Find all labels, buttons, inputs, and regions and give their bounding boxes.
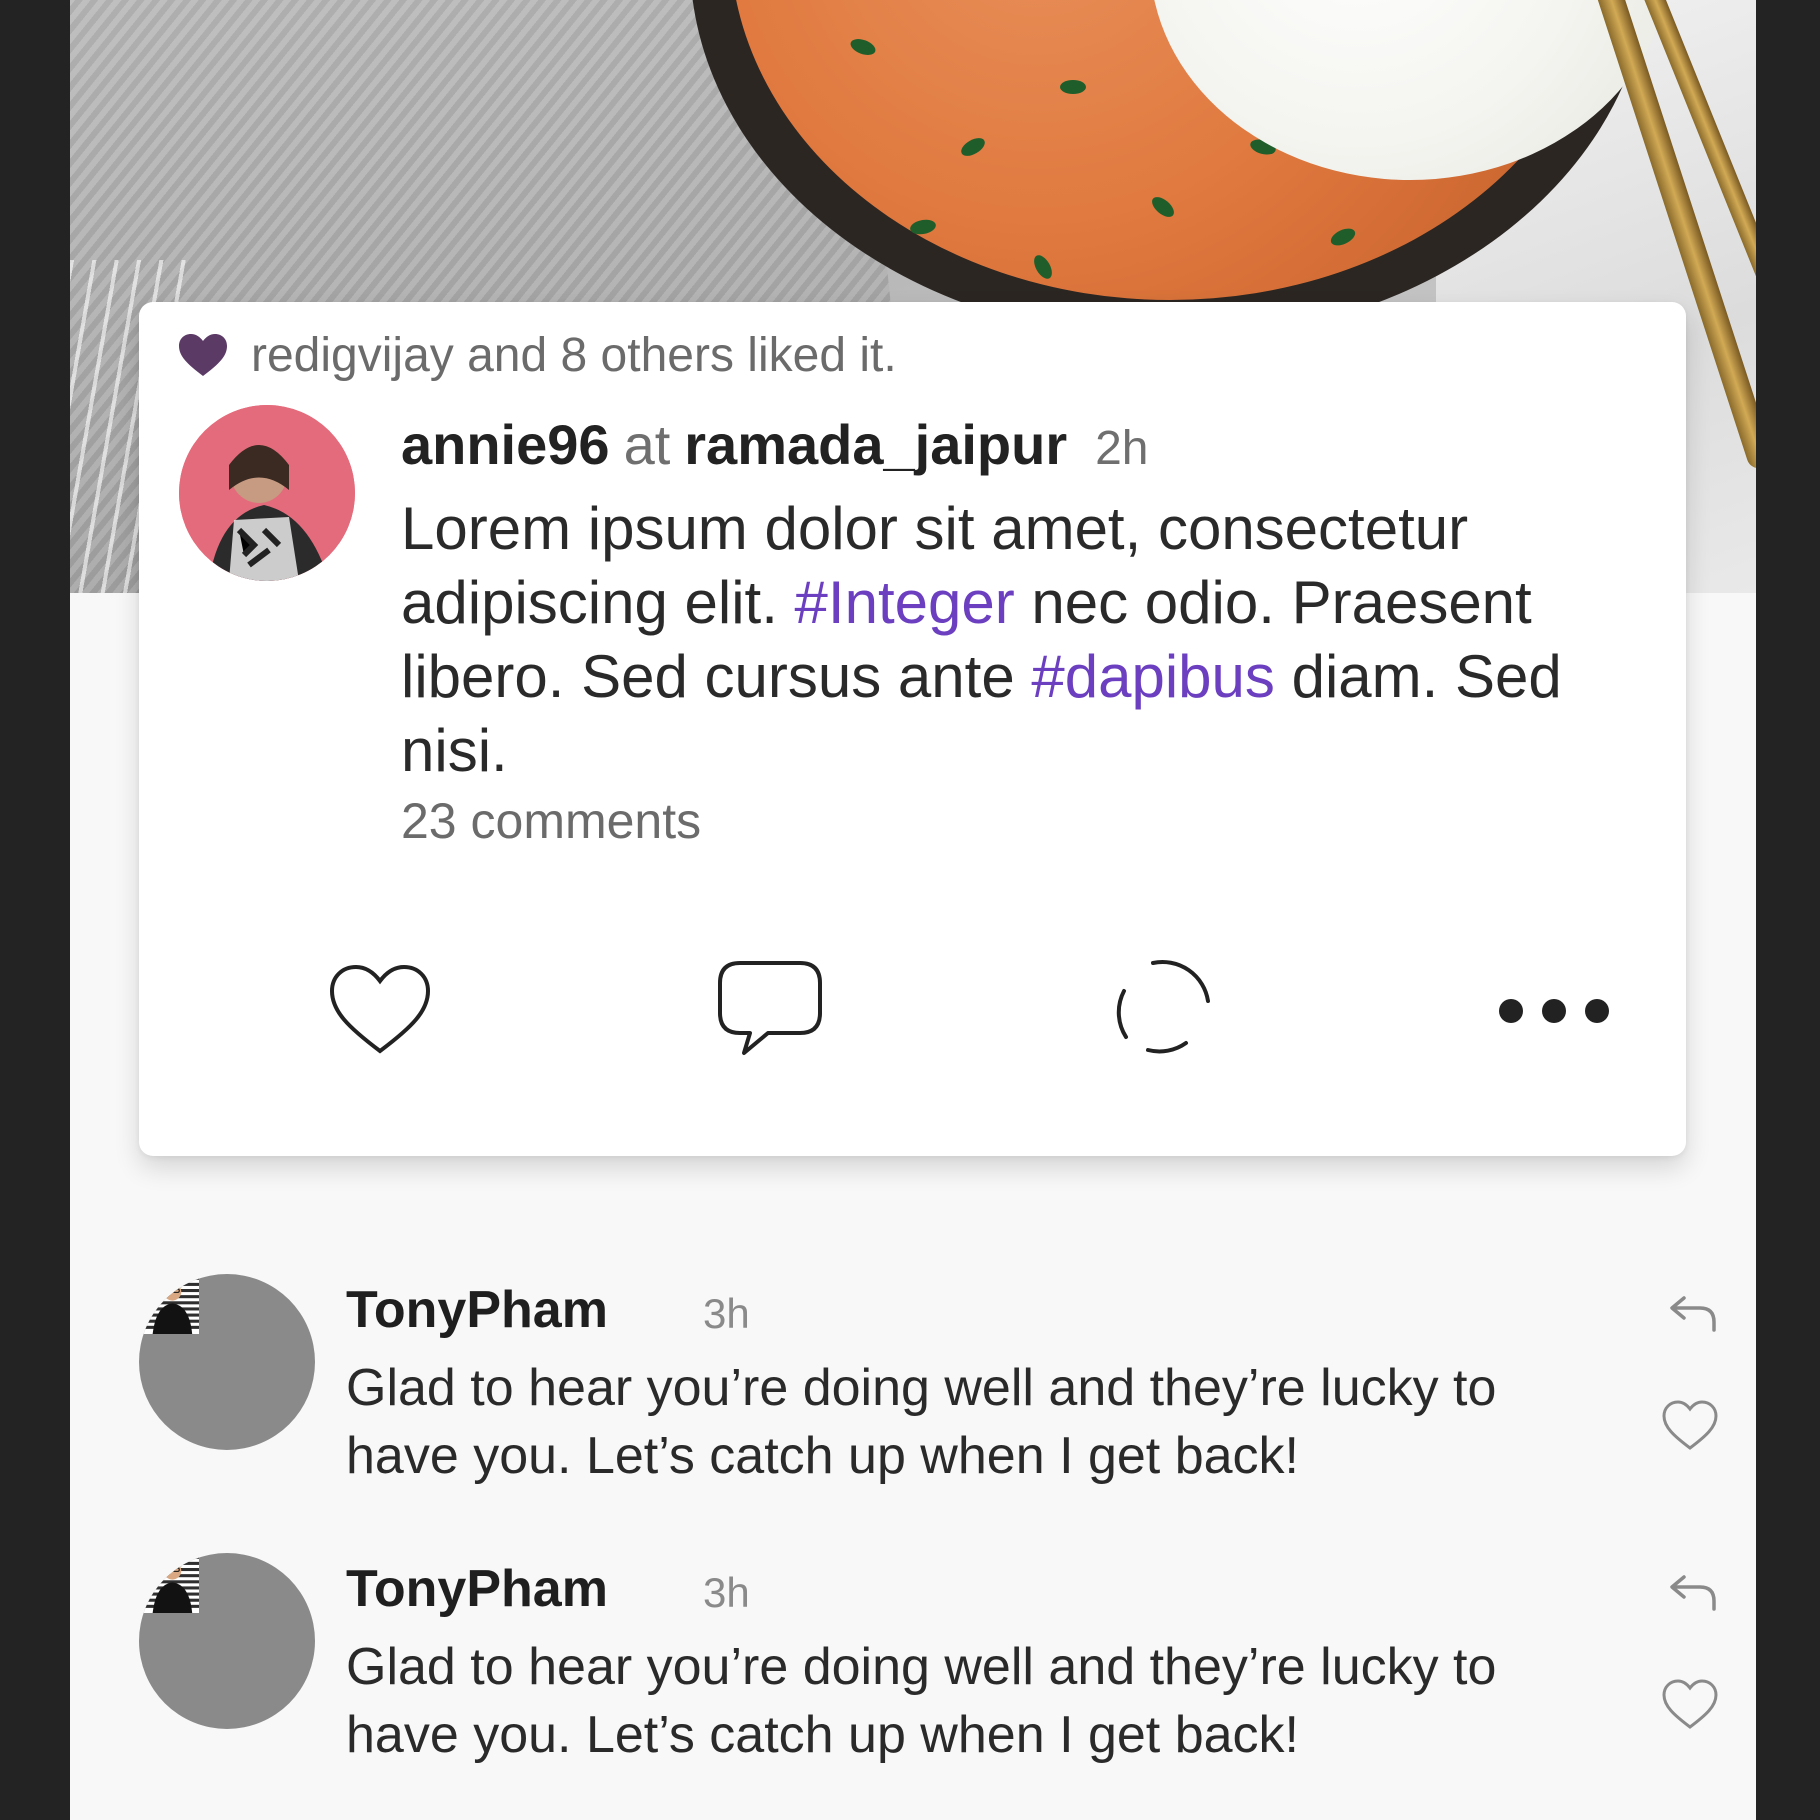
post-text: Lorem ipsum dolor sit amet, consectetur … bbox=[401, 492, 1651, 788]
hashtag-link[interactable]: #Integer bbox=[795, 569, 1015, 636]
comment-time: 3h bbox=[703, 1290, 750, 1337]
commenter-avatar[interactable] bbox=[139, 1274, 315, 1450]
author-name[interactable]: annie96 bbox=[401, 413, 610, 476]
post-card: redigvijay and 8 others liked it. annie9… bbox=[139, 302, 1686, 1156]
comment-item: TonyPham 3h Glad to hear you’re doing we… bbox=[139, 1553, 1722, 1764]
like-button[interactable] bbox=[315, 942, 445, 1072]
commenter-name[interactable]: TonyPham bbox=[346, 1559, 608, 1619]
loading-ring-icon bbox=[1116, 960, 1210, 1054]
photo-herb bbox=[848, 35, 878, 59]
author-avatar[interactable] bbox=[179, 405, 355, 581]
speech-bubble-icon bbox=[718, 961, 822, 1055]
likes-text: redigvijay and 8 others liked it. bbox=[251, 329, 897, 382]
photo-herb bbox=[1328, 225, 1358, 249]
heart-outline-icon bbox=[1662, 1679, 1718, 1729]
heart-outline-icon bbox=[1662, 1400, 1718, 1450]
comment-text: Glad to hear you’re doing well and they’… bbox=[346, 1638, 1497, 1764]
heart-filled-icon bbox=[179, 333, 227, 376]
reply-arrow-icon bbox=[1670, 1575, 1716, 1611]
avatar-photo bbox=[139, 1553, 199, 1613]
commenter-avatar[interactable] bbox=[139, 1553, 315, 1729]
more-button[interactable] bbox=[1486, 942, 1616, 1072]
at-label: at bbox=[623, 413, 671, 476]
comment-text: Glad to hear you’re doing well and they’… bbox=[346, 1359, 1497, 1485]
comment-time: 3h bbox=[703, 1569, 750, 1616]
post-time: 2h bbox=[1095, 422, 1149, 475]
photo-herb bbox=[1030, 252, 1056, 282]
hashtag-link[interactable]: #dapibus bbox=[1031, 643, 1275, 710]
reply-button[interactable] bbox=[1658, 1284, 1722, 1348]
photo-herb bbox=[1148, 193, 1178, 221]
likes-summary[interactable]: redigvijay and 8 others liked it. bbox=[177, 328, 897, 383]
more-dots-icon bbox=[1499, 999, 1609, 1023]
heart-outline-icon bbox=[329, 964, 431, 1054]
avatar-photo bbox=[139, 1274, 199, 1334]
share-button[interactable] bbox=[1097, 942, 1227, 1072]
comment-button[interactable] bbox=[705, 942, 835, 1072]
photo-herb bbox=[958, 134, 988, 160]
avatar-photo bbox=[179, 405, 355, 581]
comment-item: TonyPham 3h Glad to hear you’re doing we… bbox=[139, 1274, 1722, 1485]
reply-arrow-icon bbox=[1670, 1296, 1716, 1332]
commenter-name[interactable]: TonyPham bbox=[346, 1280, 608, 1340]
photo-herb bbox=[908, 217, 938, 237]
post-header: annie96 at ramada_jaipur 2h bbox=[401, 412, 1149, 477]
post-actions bbox=[139, 942, 1686, 1072]
comments-count-link[interactable]: 23 comments bbox=[401, 792, 701, 850]
comment-like-button[interactable] bbox=[1658, 1671, 1722, 1735]
reply-button[interactable] bbox=[1658, 1563, 1722, 1627]
comment-like-button[interactable] bbox=[1658, 1392, 1722, 1456]
post-detail-screen: redigvijay and 8 others liked it. annie9… bbox=[70, 0, 1756, 1820]
photo-herb bbox=[1060, 80, 1086, 94]
location-name[interactable]: ramada_jaipur bbox=[684, 413, 1067, 476]
